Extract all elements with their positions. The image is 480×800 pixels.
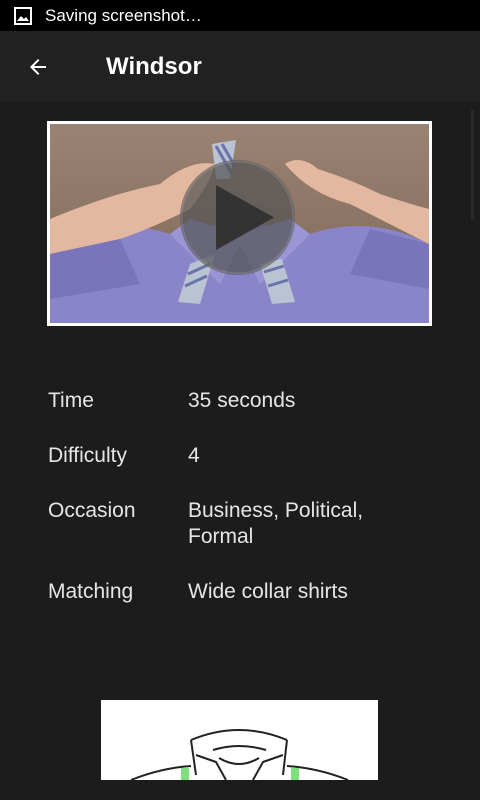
arrow-left-icon <box>30 58 46 75</box>
status-text: Saving screenshot… <box>45 5 202 25</box>
detail-row-difficulty: Difficulty 4 <box>48 443 448 469</box>
detail-label: Occasion <box>48 499 136 522</box>
detail-row-time: Time 35 seconds <box>48 388 448 414</box>
scroll-indicator <box>471 110 474 220</box>
video-player[interactable] <box>47 121 432 326</box>
detail-label: Time <box>48 389 94 412</box>
detail-row-occasion: Occasion Business, Political, Formal <box>48 498 448 550</box>
play-button[interactable] <box>180 160 295 275</box>
status-bar: Saving screenshot… <box>0 0 480 31</box>
detail-value: Business, Political, Formal <box>188 499 364 548</box>
details-list: Time 35 seconds Difficulty 4 Occasion Bu… <box>48 388 448 634</box>
shirt-collar-illustration <box>130 729 349 780</box>
play-icon <box>180 160 295 275</box>
page-title: Windsor <box>106 52 202 80</box>
detail-value: 4 <box>188 444 200 467</box>
back-button[interactable] <box>18 47 58 87</box>
detail-value: 35 seconds <box>188 389 296 412</box>
knot-diagram <box>101 700 378 780</box>
app-bar: Windsor <box>0 31 480 102</box>
detail-label: Difficulty <box>48 444 127 467</box>
detail-value: Wide collar shirts <box>188 580 348 603</box>
detail-label: Matching <box>48 580 134 603</box>
detail-row-matching: Matching Wide collar shirts <box>48 579 448 605</box>
image-icon <box>14 6 32 25</box>
